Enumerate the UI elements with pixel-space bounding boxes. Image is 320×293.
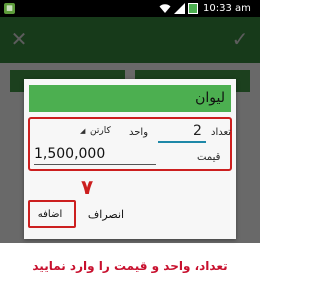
fields-highlight-box: تعداد 2 واحد ◢ كارتن 1,500,000 قيمت [28, 117, 232, 171]
instruction-caption: تعداد، واحد و قیمت را وارد نمایید [32, 259, 228, 273]
quantity-underline [158, 141, 206, 143]
status-bar: ▦ 10:33 am [0, 0, 260, 17]
step-number: ٧ [81, 175, 94, 199]
quantity-label: تعداد [211, 127, 232, 138]
price-underline [34, 164, 156, 165]
status-time: 10:33 am [203, 3, 251, 14]
price-label: قيمت [197, 152, 221, 163]
quantity-input[interactable]: 2 [193, 123, 202, 139]
notification-icon: ▦ [4, 3, 15, 14]
unit-value: كارتن [90, 126, 111, 136]
wifi-icon [159, 4, 171, 13]
signal-icon [174, 3, 185, 14]
dropdown-caret-icon: ◢ [80, 127, 86, 135]
add-product-dialog: ليوان تعداد 2 واحد ◢ كارتن 1,500,000 قيم… [24, 79, 236, 239]
unit-label: واحد [129, 127, 149, 138]
product-name-header: ليوان [29, 85, 231, 112]
add-button[interactable]: اضافه [30, 207, 70, 221]
unit-select[interactable]: ◢ كارتن [80, 126, 120, 140]
price-input[interactable]: 1,500,000 [34, 146, 105, 162]
battery-icon [188, 3, 198, 14]
cancel-button[interactable]: انصراف [86, 206, 126, 222]
